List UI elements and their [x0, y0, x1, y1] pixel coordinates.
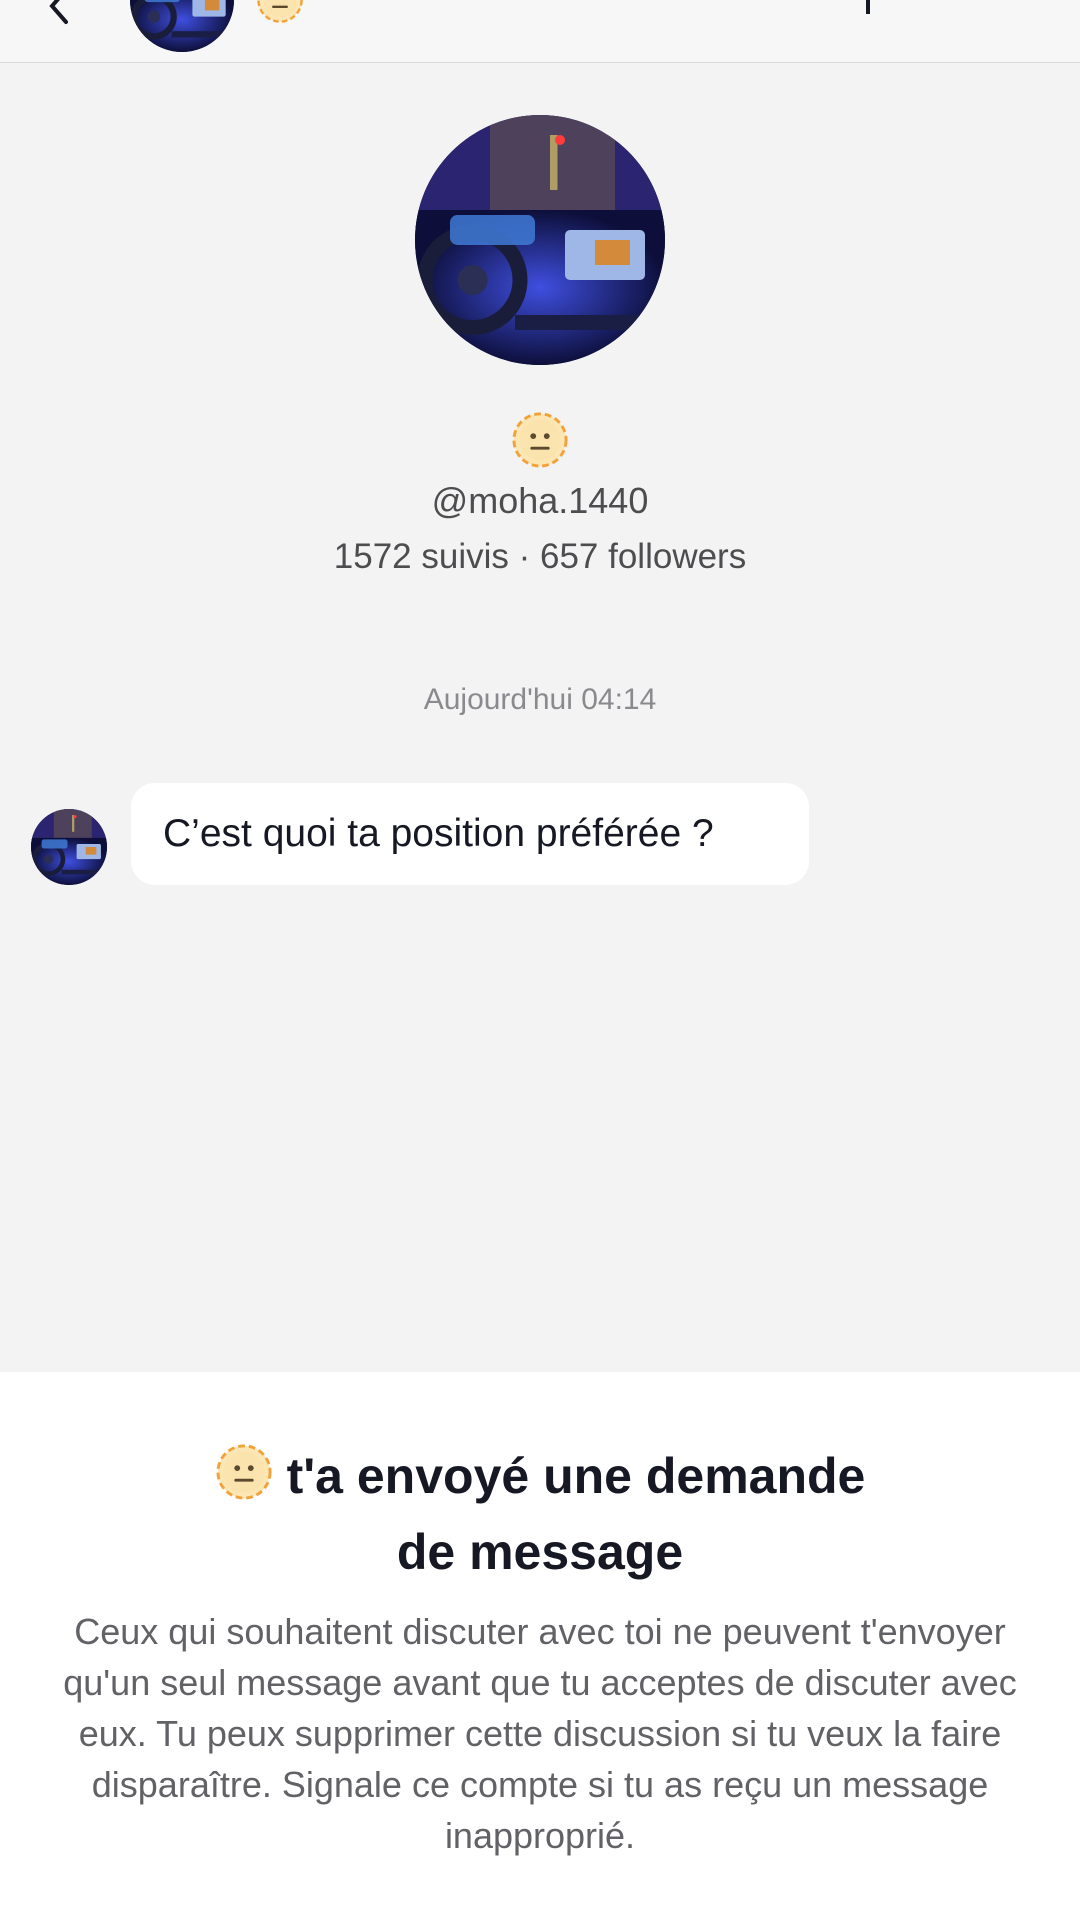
request-title-line1: t'a envoyé une demande	[286, 1448, 866, 1504]
message-timestamp: Aujourd'hui 04:14	[423, 683, 657, 716]
request-title: t'a envoyé une demande de message	[140, 1442, 940, 1586]
sender-avatar[interactable]	[31, 809, 107, 885]
chevron-left-icon[interactable]	[40, 0, 80, 26]
request-description: Ceux qui souhaitent discuter avec toi ne…	[63, 1611, 1017, 1856]
follow-stats: 1572 suivis · 657 followers	[333, 537, 747, 576]
message-request-panel: t'a envoyé une demande de message Ceux q…	[0, 1372, 1080, 1920]
header-avatar[interactable]	[130, 0, 234, 52]
profile-avatar[interactable]	[415, 115, 665, 365]
top-bar	[0, 0, 1080, 63]
neutral-face-icon	[511, 411, 569, 469]
message-bubble[interactable]: C’est quoi ta position préférée ?	[131, 783, 809, 885]
neutral-face-icon	[256, 0, 304, 24]
flag-icon[interactable]	[858, 0, 918, 20]
message-text: C’est quoi ta position préférée ?	[163, 812, 714, 855]
request-title-line2: de message	[396, 1524, 684, 1580]
neutral-face-icon	[215, 1443, 273, 1518]
username[interactable]: @moha.1440	[0, 480, 1080, 522]
